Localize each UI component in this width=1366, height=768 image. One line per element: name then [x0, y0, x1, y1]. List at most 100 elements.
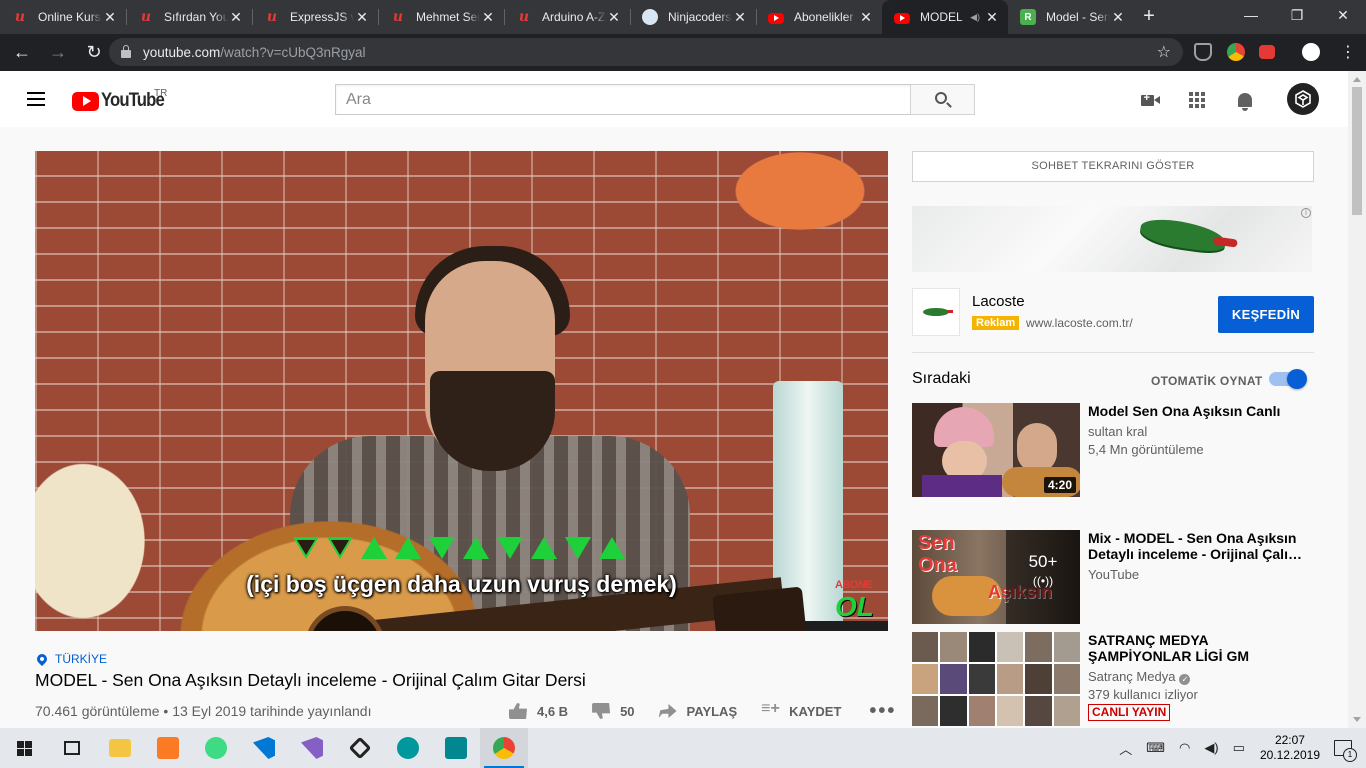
search-input[interactable]: Ara — [335, 84, 911, 115]
close-icon[interactable]: ✕ — [606, 9, 622, 26]
visual-studio-button[interactable] — [288, 728, 336, 768]
ad-info-icon[interactable]: i — [1301, 208, 1311, 218]
task-view-button[interactable] — [48, 728, 96, 768]
wifi-icon[interactable]: ◠ — [1179, 740, 1190, 756]
advertiser-name[interactable]: Lacoste — [972, 293, 1025, 310]
recommended-mix[interactable]: Sen Ona Aşıksın 50+ ((•)) Mix - MODEL - … — [912, 530, 1314, 624]
xampp-button[interactable] — [144, 728, 192, 768]
account-avatar[interactable] — [1287, 83, 1319, 115]
browser-tab[interactable]: Ninjacoders ✕ — [630, 0, 756, 34]
location-pin-icon — [34, 651, 50, 667]
close-icon[interactable]: ✕ — [102, 9, 118, 26]
browser-tab[interactable]: R Model - Sen ✕ — [1008, 0, 1134, 34]
close-icon[interactable]: ✕ — [1110, 9, 1126, 26]
video-title[interactable]: Mix - MODEL - Sen Ona Aşıksın Detaylı in… — [1088, 530, 1303, 562]
android-studio-button[interactable] — [192, 728, 240, 768]
address-bar[interactable]: youtube.com/watch?v=cUbQ3nRgyal ☆ — [109, 38, 1183, 66]
channel-name[interactable]: Satranç Medya ✓ — [1088, 669, 1191, 685]
browser-tab[interactable]: u Online Kurs ✕ — [0, 0, 126, 34]
apps-grid-icon[interactable] — [1186, 89, 1208, 111]
arduino-button[interactable] — [384, 728, 432, 768]
back-button[interactable]: ← — [6, 37, 38, 69]
shield-extension-icon[interactable] — [1194, 43, 1212, 61]
arduino-ide-button[interactable] — [432, 728, 480, 768]
subscribe-watermark-top[interactable]: ABONE — [835, 579, 873, 591]
unity-button[interactable] — [336, 728, 384, 768]
browser-tab-active[interactable]: MODEL ◀) ✕ — [882, 0, 1008, 34]
close-icon[interactable]: ✕ — [858, 9, 874, 26]
browser-tab[interactable]: u Arduino A-Z ✕ — [504, 0, 630, 34]
keyboard-icon[interactable]: ▭ — [1233, 740, 1245, 756]
volume-icon[interactable]: ◀) — [1204, 740, 1218, 756]
bookmark-star-icon[interactable]: ☆ — [1157, 42, 1171, 62]
close-icon[interactable]: ✕ — [228, 9, 244, 26]
ad-cta-button[interactable]: KEŞFEDİN — [1218, 296, 1314, 333]
autoplay-toggle[interactable] — [1269, 369, 1307, 389]
strum-down-triangle-icon — [497, 537, 523, 559]
scroll-up-arrow-icon[interactable] — [1353, 77, 1361, 82]
close-window-button[interactable]: ✕ — [1320, 0, 1366, 32]
video-thumbnail[interactable]: 4:20 — [912, 403, 1080, 497]
video-title[interactable]: Model Sen Ona Aşıksın Canlı — [1088, 403, 1303, 419]
vscode-button[interactable] — [240, 728, 288, 768]
clock[interactable]: 22:07 20.12.2019 — [1260, 733, 1320, 763]
unity-icon — [348, 736, 372, 760]
video-title[interactable]: SATRANÇ MEDYA ŞAMPİYONLAR LİGİ GM EMRE… — [1088, 632, 1303, 664]
video-actions: 4,6 B 50 PAYLAŞ KAYDET ••• — [509, 700, 896, 721]
like-count: 4,6 B — [537, 703, 569, 719]
ime-icon[interactable]: ⌨ — [1146, 740, 1165, 756]
create-video-icon[interactable] — [1138, 89, 1160, 111]
browser-tab[interactable]: u Sıfırdan You ✕ — [126, 0, 252, 34]
menu-icon[interactable] — [27, 92, 45, 106]
channel-name[interactable]: YouTube — [1088, 567, 1139, 582]
recommended-live-video[interactable]: SATRANÇ MEDYA ŞAMPİYONLAR LİGİ GM EMRE… … — [912, 632, 1314, 726]
start-button[interactable] — [0, 728, 48, 768]
ad-banner-image[interactable] — [912, 206, 1312, 272]
browser-tab[interactable]: u Mehmet Sen ✕ — [378, 0, 504, 34]
close-icon[interactable]: ✕ — [732, 9, 748, 26]
dislike-button[interactable]: 50 — [592, 703, 635, 719]
page-scrollbar[interactable] — [1348, 71, 1366, 728]
browser-tab[interactable]: Abonelikler ✕ — [756, 0, 882, 34]
profile-avatar-icon[interactable] — [1302, 43, 1320, 61]
lock-icon[interactable] — [121, 45, 131, 58]
advertiser-logo[interactable] — [912, 288, 960, 336]
chrome-menu-icon[interactable]: ⋮ — [1340, 42, 1356, 62]
more-actions-icon[interactable]: ••• — [869, 701, 896, 721]
location-link[interactable]: TÜRKİYE — [34, 651, 107, 667]
ad-url[interactable]: www.lacoste.com.tr/ — [1026, 316, 1133, 330]
forward-button[interactable]: → — [42, 37, 74, 69]
search-button[interactable] — [910, 84, 975, 115]
file-explorer-button[interactable] — [96, 728, 144, 768]
save-button[interactable]: KAYDET — [761, 700, 841, 719]
chevron-up-icon[interactable]: ︿ — [1119, 739, 1132, 758]
chrome-extension-icon[interactable] — [1227, 43, 1245, 61]
close-icon[interactable]: ✕ — [480, 9, 496, 26]
chat-replay-button[interactable]: SOHBET TEKRARINI GÖSTER — [912, 151, 1314, 182]
like-button[interactable]: 4,6 B — [509, 703, 568, 719]
scroll-thumb[interactable] — [1352, 87, 1362, 215]
lacoste-crocodile-logo — [1138, 216, 1228, 254]
live-thumbnail[interactable] — [912, 632, 1080, 726]
restore-button[interactable]: ❐ — [1274, 0, 1320, 32]
chrome-taskbar-button[interactable] — [480, 728, 528, 768]
subscribe-watermark-bottom[interactable]: OL — [835, 591, 874, 623]
notifications-bell-icon[interactable] — [1234, 89, 1256, 111]
mix-thumbnail[interactable]: Sen Ona Aşıksın 50+ ((•)) — [912, 530, 1080, 624]
reload-button[interactable]: ↻ — [78, 37, 110, 69]
action-center-icon[interactable] — [1334, 740, 1357, 762]
recommended-video[interactable]: 4:20 Model Sen Ona Aşıksın Canlı sultan … — [912, 403, 1314, 497]
record-extension-icon[interactable] — [1259, 45, 1275, 59]
close-icon[interactable]: ✕ — [984, 9, 1000, 26]
close-icon[interactable]: ✕ — [354, 9, 370, 26]
minimize-button[interactable]: — — [1228, 0, 1274, 32]
share-button[interactable]: PAYLAŞ — [658, 704, 737, 719]
video-player[interactable]: (içi boş üçgen daha uzun vuruş demek) AB… — [35, 151, 888, 631]
channel-name[interactable]: sultan kral — [1088, 424, 1147, 439]
tab-title: Abonelikler — [794, 10, 854, 24]
scroll-down-arrow-icon[interactable] — [1353, 717, 1361, 722]
browser-tab[interactable]: u ExpressJS ve ✕ — [252, 0, 378, 34]
strum-up-triangle-icon — [599, 537, 625, 559]
speaker-icon[interactable]: ◀) — [970, 12, 980, 23]
new-tab-button[interactable]: + — [1134, 0, 1164, 34]
